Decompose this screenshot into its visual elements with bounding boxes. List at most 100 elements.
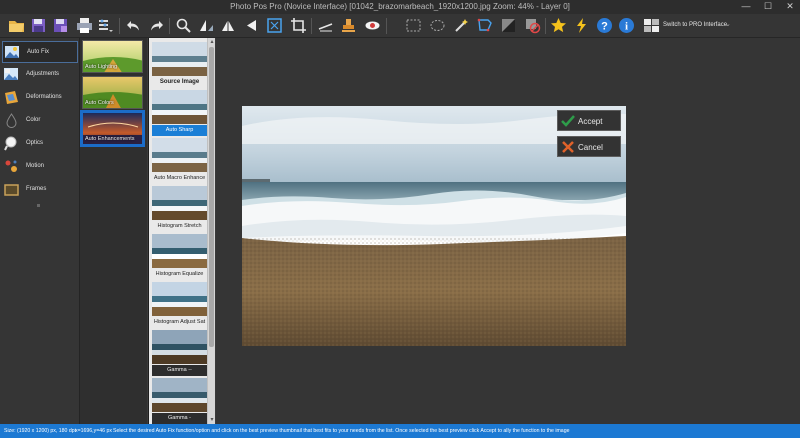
info-icon[interactable]: i [618,17,635,34]
minimize-button[interactable]: — [736,0,756,14]
settings-dropdown-icon[interactable] [97,17,114,34]
category-label: Frames [26,186,47,192]
close-x-icon [561,140,575,154]
preview-label: Auto Sharp [152,125,207,136]
rect-select-icon[interactable] [405,17,422,34]
zoom-icon[interactable] [175,17,192,34]
red-eye-icon[interactable] [364,17,381,34]
preview-label: Histogram Equalize [155,271,204,277]
eraser-icon[interactable] [524,17,541,34]
sub-function-auto-lighting[interactable]: Auto Lighting [82,40,143,73]
cancel-label: Cancel [578,143,603,152]
gradient-icon[interactable] [500,17,517,34]
category-frames[interactable]: Frames [2,179,78,201]
save-as-icon[interactable] [52,17,69,34]
window-title: Photo Pos Pro (Novice Interface) [01042_… [230,2,570,11]
redo-icon[interactable] [148,17,165,34]
favorite-star-icon[interactable] [550,17,567,34]
cancel-button[interactable]: Cancel [557,136,621,157]
category-label: Color [26,117,41,123]
preview-label: Histogram Adjust Sat [153,319,206,325]
category-label: Optics [26,140,44,146]
image-canvas[interactable]: Accept Cancel [216,38,800,424]
undo-icon[interactable] [125,17,142,34]
save-icon[interactable] [30,17,47,34]
preview-label: Source Image [159,79,200,85]
accept-label: Accept [578,117,603,126]
sub-function-panel: Auto Lighting Auto Colors Auto Enhanceme… [80,38,147,424]
category-auto-fix[interactable]: Auto Fix [2,41,78,63]
optics-icon [4,136,19,151]
sub-function-label: Auto Enhancements [85,136,135,142]
preview-label: Gamma - [152,413,207,424]
app-window: Photo Pos Pro (Novice Interface) [01042_… [0,0,800,438]
toolbar-overflow-icon[interactable]: ⌄ [725,20,731,28]
arrow-left-icon[interactable] [243,17,260,34]
category-label: Auto Fix [27,49,50,55]
maximize-button[interactable]: ☐ [758,0,778,14]
preview-scrollbar[interactable]: ▴ ▾ [207,38,215,424]
preview-item[interactable]: Histogram Equalize [152,234,207,280]
category-motion[interactable]: Motion [2,156,78,178]
status-bar: Size: (1920 x 1200) px, 180 dpi x=1696,y… [0,424,800,438]
motion-icon [4,159,19,174]
title-bar: Photo Pos Pro (Novice Interface) [01042_… [0,0,800,14]
preview-item[interactable]: Gamma - [152,378,207,424]
status-coordinates: x=1696,y=46 px [75,428,112,434]
open-folder-icon[interactable] [8,17,25,34]
fit-screen-icon[interactable] [266,17,283,34]
rotate-icon[interactable] [220,17,237,34]
category-label: Adjustments [26,71,60,77]
auto-fix-icon [5,45,20,60]
category-color[interactable]: Color [2,110,78,132]
category-optics[interactable]: Optics [2,133,78,155]
svg-text:i: i [625,21,628,33]
deformations-icon [4,90,19,105]
close-button[interactable]: ✕ [780,0,800,14]
flip-icon[interactable] [198,17,215,34]
scroll-down-icon[interactable]: ▾ [208,416,216,424]
sub-function-auto-colors[interactable]: Auto Colors [82,76,143,109]
preview-item[interactable]: Histogram Adjust Sat [152,282,207,328]
main-toolbar: ? i Switch to PRO Interface ⌄ [0,14,800,38]
category-adjustments[interactable]: Adjustments [2,64,78,86]
quick-fix-icon[interactable] [573,17,590,34]
preview-label: Gamma -- [152,365,207,376]
preview-item[interactable]: Auto Sharp [152,90,207,136]
preview-label: Histogram Stretch [157,223,202,229]
lasso-icon[interactable] [476,17,493,34]
ellipse-select-icon[interactable] [429,17,446,34]
frames-icon [4,182,19,197]
adjustments-icon [4,67,19,82]
scrollbar-thumb[interactable] [209,47,214,347]
preview-list: Source Image Auto Sharp Auto Macro Enhan… [148,38,215,424]
sub-function-auto-enhancements[interactable]: Auto Enhancements [80,110,145,147]
clone-stamp-icon[interactable] [340,17,357,34]
svg-text:?: ? [601,21,608,33]
checkmark-icon [561,114,575,128]
pro-interface-label[interactable]: Switch to PRO Interface [663,22,727,28]
preview-item[interactable]: Auto Macro Enhance [152,138,207,184]
sub-function-label: Auto Colors [85,100,114,106]
category-label: Motion [26,163,45,169]
preview-item[interactable]: Source Image [152,42,207,88]
sub-function-label: Auto Lighting [85,64,118,70]
crop-icon[interactable] [290,17,307,34]
panel-grip [37,204,40,207]
color-icon [4,113,19,128]
category-label: Deformations [26,94,62,100]
status-message: Select the desired Auto Fix function/opt… [113,428,570,434]
category-panel: Auto Fix Adjustments Deformations Color … [0,38,80,424]
magic-wand-icon[interactable] [453,17,470,34]
pro-interface-icon[interactable] [643,17,660,34]
preview-label: Auto Macro Enhance [153,175,206,181]
status-image-size: Size: (1920 x 1200) px, 180 dpi [4,428,76,434]
accept-button[interactable]: Accept [557,110,621,131]
help-icon[interactable]: ? [596,17,613,34]
category-deformations[interactable]: Deformations [2,87,78,109]
print-icon[interactable] [76,17,93,34]
scroll-up-icon[interactable]: ▴ [208,38,216,46]
straighten-icon[interactable] [317,17,334,34]
preview-item[interactable]: Gamma -- [152,330,207,376]
preview-item[interactable]: Histogram Stretch [152,186,207,232]
